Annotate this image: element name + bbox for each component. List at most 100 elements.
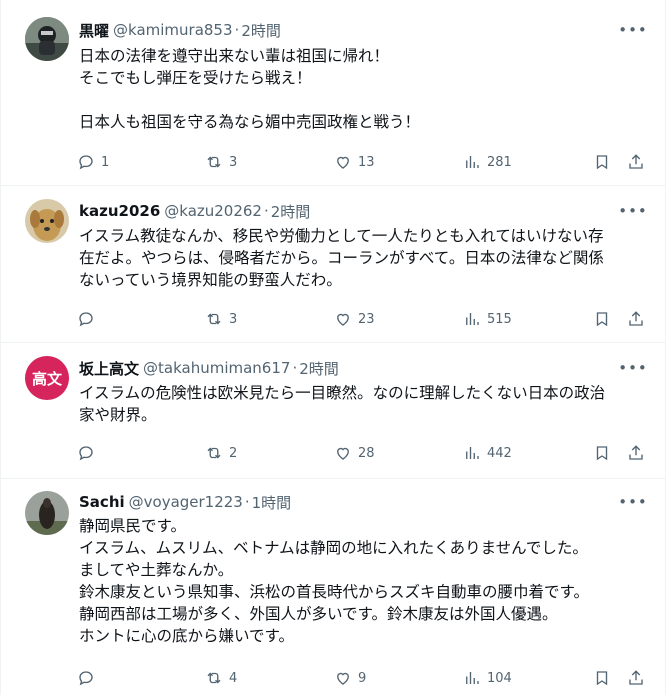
display-name[interactable]: Sachi bbox=[79, 493, 125, 511]
more-options-icon[interactable]: ••• bbox=[618, 491, 647, 513]
more-options-icon[interactable]: ••• bbox=[618, 200, 647, 222]
avatar[interactable] bbox=[25, 199, 69, 243]
bookmark-icon bbox=[596, 155, 608, 170]
reply-count: 1 bbox=[101, 154, 110, 170]
tweet-actions: 3 23 515 bbox=[77, 307, 647, 331]
views-button[interactable]: 442 bbox=[463, 441, 512, 465]
repost-icon bbox=[207, 672, 221, 684]
more-options-icon[interactable]: ••• bbox=[618, 357, 647, 379]
views-icon bbox=[466, 672, 479, 684]
repost-count: 3 bbox=[229, 311, 238, 327]
bookmark-button[interactable] bbox=[593, 666, 611, 690]
like-count: 13 bbox=[358, 154, 375, 170]
like-button[interactable]: 13 bbox=[334, 150, 375, 174]
timestamp[interactable]: 2時間 bbox=[241, 20, 281, 41]
tweet-text: イスラムの危険性は欧米見たら一目瞭然。なのに理解したくない日本の政治 家や財界。 bbox=[79, 382, 645, 426]
share-button[interactable] bbox=[627, 441, 645, 465]
repost-count: 4 bbox=[229, 670, 238, 686]
views-icon bbox=[466, 447, 479, 459]
user-handle[interactable]: @kamimura853 bbox=[113, 21, 233, 39]
views-button[interactable]: 515 bbox=[463, 307, 512, 331]
tweet-text-line: 家や財界。 bbox=[79, 406, 157, 424]
more-options-icon[interactable]: ••• bbox=[618, 19, 647, 41]
share-icon bbox=[629, 311, 643, 326]
display-name[interactable]: 黒曜 bbox=[79, 20, 109, 41]
tweet-text: 静岡県民です。 イスラム、ムスリム、ベトナムは静岡の地に入れたくありませんでした… bbox=[79, 515, 645, 647]
separator-dot: · bbox=[234, 21, 240, 39]
reply-icon bbox=[79, 446, 93, 461]
share-icon bbox=[629, 154, 643, 169]
views-button[interactable]: 281 bbox=[463, 150, 512, 174]
like-count: 28 bbox=[358, 445, 375, 461]
tweet[interactable]: 高文 坂上高文 @takahumiman617 · 2時間 ••• イスラムの危… bbox=[1, 343, 665, 479]
user-handle[interactable]: @kazu20262 bbox=[164, 202, 262, 220]
tweet-text-line: 日本人も祖国を守る為なら媚中売国政権と戦う！ bbox=[79, 113, 421, 131]
views-icon bbox=[466, 313, 479, 325]
tweet-text-line: イスラム教徒なんか、移民や労働力として一人たりとも入れてはいけない存 bbox=[79, 227, 604, 245]
tweet-text-line: イスラム、ムスリム、ベトナムは静岡の地に入れたくありませんでした。 bbox=[79, 539, 588, 557]
bookmark-button[interactable] bbox=[593, 307, 611, 331]
repost-icon bbox=[207, 156, 221, 168]
views-count: 281 bbox=[487, 154, 512, 170]
repost-button[interactable]: 3 bbox=[205, 307, 237, 331]
like-button[interactable]: 9 bbox=[334, 666, 366, 690]
tweet-text: 日本の法律を遵守出来ない輩は祖国に帰れ！ そこでもし弾圧を受けたら戦え！ 日本人… bbox=[79, 45, 645, 133]
tweet-text-line: ないっていう境界知能の野蛮人だわ。 bbox=[79, 271, 342, 289]
tweet-text-line: 日本の法律を遵守出来ない輩は祖国に帰れ！ bbox=[79, 47, 390, 65]
tweet[interactable]: Sachi @voyager1223 · 1時間 ••• 静岡県民です。 イスラ… bbox=[1, 479, 665, 695]
timestamp[interactable]: 2時間 bbox=[299, 358, 339, 379]
tweet-text-line: 鈴木康友という県知事、浜松の首長時代からスズキ自動車の腰巾着です。 bbox=[79, 583, 589, 601]
avatar[interactable] bbox=[25, 491, 69, 535]
like-button[interactable]: 28 bbox=[334, 441, 375, 465]
views-count: 442 bbox=[487, 445, 512, 461]
tweet-text: イスラム教徒なんか、移民や労働力として一人たりとも入れてはいけない存 在だよ。や… bbox=[79, 225, 645, 291]
tweet[interactable]: kazu2026 @kazu20262 · 2時間 ••• イスラム教徒なんか、… bbox=[1, 186, 665, 343]
share-button[interactable] bbox=[627, 307, 645, 331]
separator-dot: · bbox=[244, 493, 250, 511]
views-button[interactable]: 104 bbox=[463, 666, 512, 690]
display-name[interactable]: 坂上高文 bbox=[79, 358, 139, 379]
timestamp[interactable]: 2時間 bbox=[271, 201, 311, 222]
repost-count: 3 bbox=[229, 154, 238, 170]
repost-icon bbox=[207, 313, 221, 325]
reply-button[interactable] bbox=[77, 666, 95, 690]
display-name[interactable]: kazu2026 bbox=[79, 202, 160, 220]
bookmark-button[interactable] bbox=[593, 441, 611, 465]
timestamp[interactable]: 1時間 bbox=[252, 492, 292, 513]
avatar[interactable]: 高文 bbox=[25, 356, 69, 400]
share-icon bbox=[629, 445, 643, 460]
bookmark-icon bbox=[596, 671, 608, 686]
like-icon bbox=[337, 447, 349, 460]
tweet-text-line: そこでもし弾圧を受けたら戦え！ bbox=[79, 69, 312, 87]
user-handle[interactable]: @takahumiman617 bbox=[143, 359, 290, 377]
separator-dot: · bbox=[263, 202, 269, 220]
tweet-text-line: 静岡県民です。 bbox=[79, 517, 186, 535]
like-count: 9 bbox=[358, 670, 367, 686]
tweet-actions: 4 9 104 bbox=[77, 666, 647, 690]
bookmark-button[interactable] bbox=[593, 150, 611, 174]
reply-button[interactable] bbox=[77, 441, 95, 465]
share-button[interactable] bbox=[627, 666, 645, 690]
tweet[interactable]: 黒曜 @kamimura853 · 2時間 ••• 日本の法律を遵守出来ない輩は… bbox=[1, 0, 665, 186]
repost-button[interactable]: 4 bbox=[205, 666, 237, 690]
bookmark-icon bbox=[596, 446, 608, 461]
repost-count: 2 bbox=[229, 445, 238, 461]
reply-button[interactable] bbox=[77, 307, 95, 331]
repost-button[interactable]: 3 bbox=[205, 150, 237, 174]
tweet-actions: 2 28 442 bbox=[77, 441, 647, 465]
reply-button[interactable]: 1 bbox=[77, 150, 109, 174]
avatar[interactable] bbox=[25, 17, 69, 61]
tweet-text-line bbox=[79, 89, 645, 111]
tweet-actions: 1 3 13 281 bbox=[77, 150, 647, 174]
user-handle[interactable]: @voyager1223 bbox=[129, 493, 243, 511]
like-count: 23 bbox=[358, 311, 375, 327]
share-button[interactable] bbox=[627, 150, 645, 174]
tweet-text-line: 在だよ。やつらは、侵略者だから。コーランがすべて。日本の法律など関係 bbox=[79, 249, 604, 267]
like-button[interactable]: 23 bbox=[334, 307, 375, 331]
tweet-text-line: 静岡西部は工場が多く、外国人が多いです。鈴木康友は外国人優遇。 bbox=[79, 605, 558, 623]
repost-button[interactable]: 2 bbox=[205, 441, 237, 465]
separator-dot: · bbox=[292, 359, 298, 377]
like-icon bbox=[337, 672, 349, 685]
timeline: 黒曜 @kamimura853 · 2時間 ••• 日本の法律を遵守出来ない輩は… bbox=[0, 0, 666, 695]
like-icon bbox=[337, 313, 349, 326]
